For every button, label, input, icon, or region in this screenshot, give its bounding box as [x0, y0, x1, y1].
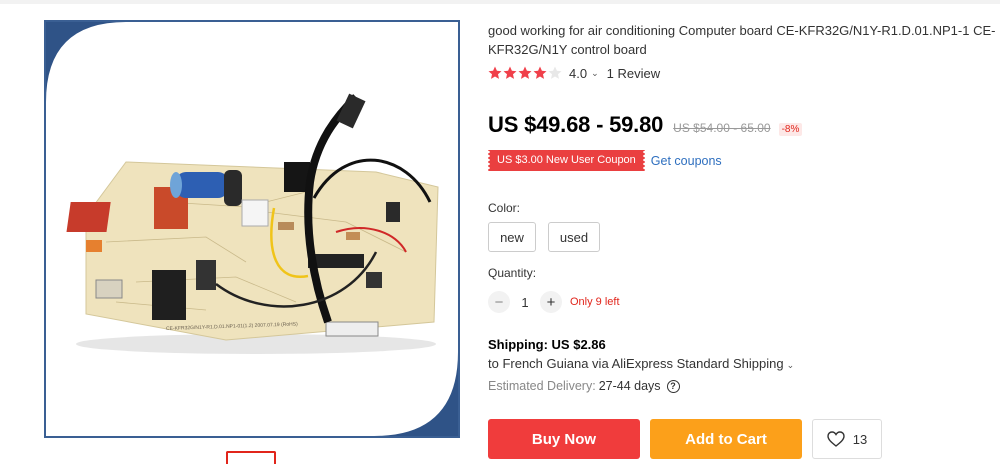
discount-badge: -8% [778, 123, 803, 136]
question-circle-icon[interactable]: ? [666, 379, 680, 393]
color-option-used[interactable]: used [548, 222, 600, 252]
product-photo: CE-KFR32G/N1Y-R1.D.01.NP1-01(1.2) 2007.0… [46, 22, 458, 436]
coupon-label: US $3.00 New User Coupon [497, 154, 636, 166]
product-main-image[interactable]: CE-KFR32G/N1Y-R1.D.01.NP1-01(1.2) 2007.0… [44, 20, 460, 438]
color-label: Color: [488, 201, 521, 215]
quantity-value[interactable]: 1 [510, 295, 540, 310]
color-option-new[interactable]: new [488, 222, 536, 252]
product-title: good working for air conditioning Comput… [488, 23, 996, 57]
product-info: good working for air conditioning Comput… [487, 0, 1000, 464]
estimated-delivery-days: 27-44 days [598, 379, 661, 393]
star-icon [503, 66, 517, 79]
wishlist-count: 13 [852, 431, 868, 447]
heart-icon [827, 431, 845, 447]
wishlist-button[interactable]: 13 [812, 419, 882, 459]
add-to-cart-button[interactable]: Add to Cart [650, 419, 802, 459]
quantity-plus-button[interactable]: + [540, 291, 562, 313]
quantity-stepper: − 1 + Only 9 left [488, 291, 620, 313]
reviews-link[interactable]: 1 Review [607, 66, 660, 81]
quantity-label: Quantity: [488, 266, 537, 280]
coupon-row: US $3.00 New User Coupon Get coupons [487, 150, 722, 171]
chevron-down-icon[interactable]: ⌄ [591, 68, 599, 79]
price-row: US $49.68 - 59.80 US $54.00 - 65.00 -8% [488, 112, 803, 138]
coupon-notch-right [642, 150, 646, 171]
original-price: US $54.00 - 65.00 [673, 121, 771, 135]
rating-stars [488, 66, 563, 80]
color-options: new used [488, 222, 612, 252]
quantity-minus-button[interactable]: − [488, 291, 510, 313]
estimated-delivery: Estimated Delivery: 27-44 days ? [488, 379, 680, 393]
rating-row[interactable]: 4.0 ⌄ 1 Review [488, 64, 660, 82]
estimated-delivery-label: Estimated Delivery: [488, 379, 596, 393]
stock-note: Only 9 left [570, 296, 620, 308]
shipping-destination: to French Guiana via AliExpress Standard… [488, 356, 784, 371]
chevron-down-icon: ⌄ [786, 360, 795, 370]
thumbnail-selected[interactable] [226, 451, 276, 464]
shipping-cost: Shipping: US $2.86 [488, 337, 606, 352]
star-icon [533, 66, 547, 79]
current-price: US $49.68 - 59.80 [488, 112, 664, 137]
star-icon [488, 66, 502, 79]
coupon-notch-left [487, 150, 490, 171]
rating-value: 4.0 [569, 65, 588, 81]
star-icon [518, 66, 532, 79]
shipping-method[interactable]: to French Guiana via AliExpress Standard… [488, 356, 794, 371]
star-empty-icon [548, 66, 562, 79]
new-user-coupon[interactable]: US $3.00 New User Coupon [487, 150, 646, 171]
purchase-actions: Buy Now Add to Cart 13 [488, 419, 882, 459]
buy-now-button[interactable]: Buy Now [488, 419, 640, 459]
get-coupons-link[interactable]: Get coupons [651, 154, 722, 168]
